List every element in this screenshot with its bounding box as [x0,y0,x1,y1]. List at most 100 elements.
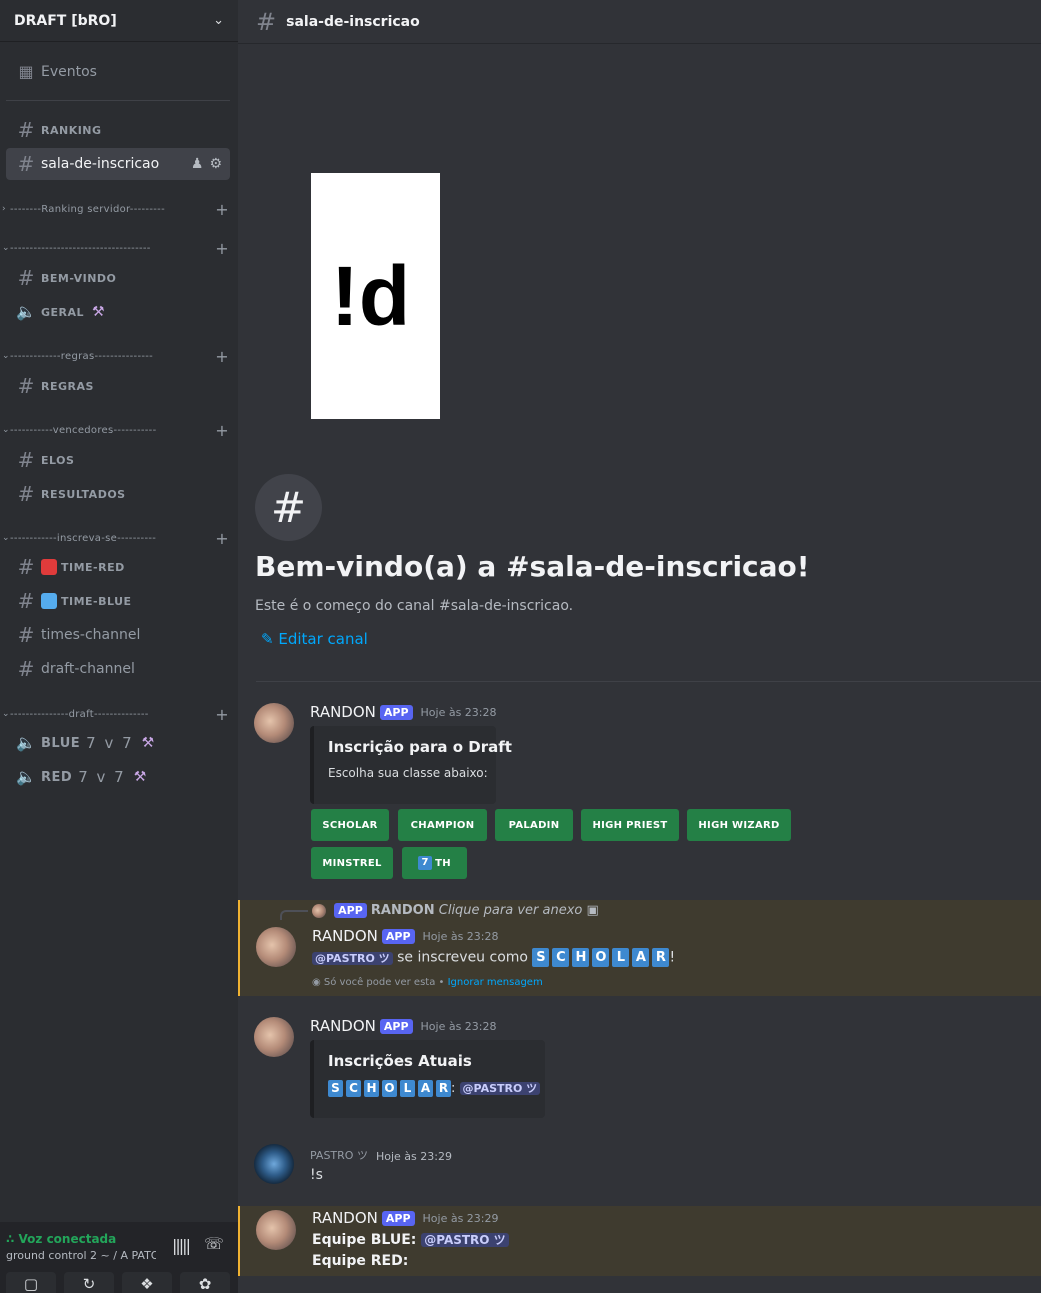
team-line-red: Equipe RED: [312,1253,409,1269]
reply-preview[interactable]: APP RANDON Clique para ver anexo ▣ [312,903,599,918]
author-name[interactable]: PASTRO ツ [310,1149,368,1162]
category-draft[interactable]: ⌄ ---------------draft-------------- + [2,704,230,724]
channel-bem-vindo[interactable]: # BEM-VINDO [6,262,230,294]
voice-channel-red[interactable]: 🔈 RED 7 v 7 ⚒ [6,761,230,793]
app-badge: APP [379,1019,413,1034]
channel-label: sala-de-inscricao [41,156,160,172]
hammer-icon: ⚒ [92,304,105,320]
user-mention[interactable]: @PASTRO ツ [459,1082,541,1095]
avatar[interactable] [254,1017,294,1057]
channel-geral[interactable]: 🔈 GERAL ⚒ [6,296,230,328]
voice-status: ∴ Voz conectada [6,1232,117,1246]
avatar[interactable] [254,703,294,743]
channel-times-channel[interactable]: # times-channel [6,619,230,651]
hammer-icon: ⚒ [141,735,155,751]
category-blank[interactable]: ⌄ ------------------------------------ + [2,238,230,258]
class-button-paladin[interactable]: PALADIN [495,809,573,841]
add-member-icon[interactable]: ♟ [191,156,204,172]
voice-channel-path[interactable]: ground control 2 ~ / A PATO... [6,1249,156,1262]
class-button-7th[interactable]: 7 TH [402,847,467,879]
channel-ranking[interactable]: # RANKING [6,114,230,146]
embed: Inscrições Atuais SCHOLAR : @PASTRO ツ [310,1040,545,1118]
channel-draft-channel[interactable]: # draft-channel [6,653,230,685]
channel-resultados[interactable]: # RESULTADOS [6,478,230,510]
channel-label: BLUE [41,735,81,751]
soundboard-button[interactable]: ✿ [180,1272,230,1293]
channel-elos[interactable]: # ELOS [6,444,230,476]
category-ranking-servidor[interactable]: › --------Ranking servidor--------- + [2,199,230,219]
class-button-minstrel[interactable]: MINSTREL [311,847,393,879]
voice-channel-blue[interactable]: 🔈 BLUE 7 v 7 ⚒ [6,727,230,759]
category-label: ------------------------------------ [10,242,151,254]
class-button-champion[interactable]: CHAMPION [398,809,487,841]
chevron-down-icon: ⌄ [2,709,10,719]
hash-icon: # [17,448,35,472]
timestamp: Hoje às 23:28 [420,706,497,719]
author-name[interactable]: RANDON [312,927,378,945]
class-button-scholar[interactable]: SCHOLAR [311,809,389,841]
hash-icon: # [256,7,277,36]
channel-label: TIME-RED [61,560,125,574]
plus-icon[interactable]: + [214,239,230,258]
plus-icon[interactable]: + [214,347,230,366]
avatar[interactable] [256,1210,296,1250]
discord-app: DRAFT [bRO] ⌄ ▦ Eventos # RANKING # sala… [0,0,1041,1293]
message-content: @PASTRO ツ se inscreveu como SCHOLAR ! [312,948,675,967]
voice-channel-suffix: 7 v 7 [86,734,134,752]
dismiss-message-link[interactable]: Ignorar mensagem [448,977,543,988]
plus-icon[interactable]: + [214,529,230,548]
class-button-high-wizard[interactable]: HIGH WIZARD [687,809,791,841]
banner-text: !d [330,248,411,343]
camera-off-button[interactable]: ▢ [6,1272,56,1293]
embed-title: Inscrições Atuais [328,1052,472,1070]
screen-share-button[interactable]: ↻ [64,1272,114,1293]
class-button-high-priest[interactable]: HIGH PRIEST [581,809,679,841]
author-name[interactable]: RANDON [310,1017,376,1035]
avatar [312,903,326,918]
avatar[interactable] [254,1144,294,1184]
chevron-down-icon: ⌄ [2,351,10,361]
category-regras[interactable]: ⌄ -------------regras--------------- + [2,346,230,366]
edit-channel-link[interactable]: ✎ Editar canal [261,630,368,648]
server-header[interactable]: DRAFT [bRO] ⌄ [0,0,238,42]
image-icon: ▣ [586,903,599,918]
author-name[interactable]: RANDON [310,703,376,721]
voice-channel-suffix: 7 v 7 [78,768,126,786]
avatar[interactable] [256,927,296,967]
channel-label: BEM-VINDO [41,271,117,285]
events-item[interactable]: ▦ Eventos [6,56,230,88]
hash-icon: # [17,482,35,506]
blue-square-icon [41,593,57,609]
hash-icon: # [17,118,35,142]
category-inscreva-se[interactable]: ⌄ ------------inscreva-se---------- + [2,528,230,548]
message-text: se inscreveu como [397,949,528,966]
timestamp: Hoje às 23:29 [422,1212,499,1225]
channel-label: ELOS [41,453,75,467]
welcome-divider [256,681,1041,682]
user-mention[interactable]: @PASTRO ツ [421,1233,509,1247]
plus-icon[interactable]: + [214,705,230,724]
scholar-keycaps: SCHOLAR [328,1080,451,1097]
hash-lock-icon: # [17,623,35,647]
keycap-7-icon: 7 [418,856,433,870]
author-name[interactable]: RANDON [312,1209,378,1227]
disconnect-icon[interactable]: ☏ [204,1234,224,1253]
soundwave-icon[interactable]: ||||| [172,1236,191,1255]
hash-icon: # [17,374,35,398]
channel-sala-de-inscricao[interactable]: # sala-de-inscricao ♟ ⚙ [6,148,230,180]
plus-icon[interactable]: + [214,200,230,219]
team-line-blue: Equipe BLUE: @PASTRO ツ [312,1231,509,1248]
channel-regras[interactable]: # REGRAS [6,370,230,402]
events-label: Eventos [41,64,97,80]
user-mention[interactable]: @PASTRO ツ [312,951,393,965]
channel-label: RESULTADOS [41,487,126,501]
channel-time-red[interactable]: # TIME-RED [6,551,230,583]
channel-label: REGRAS [41,379,94,393]
chevron-down-icon: ⌄ [2,425,10,435]
channel-time-blue[interactable]: # TIME-BLUE [6,585,230,617]
signal-icon: ∴ [6,1232,19,1246]
gear-icon[interactable]: ⚙ [209,156,222,172]
plus-icon[interactable]: + [214,421,230,440]
category-vencedores[interactable]: ⌄ -----------vencedores----------- + [2,420,230,440]
activities-button[interactable]: ❖ [122,1272,172,1293]
